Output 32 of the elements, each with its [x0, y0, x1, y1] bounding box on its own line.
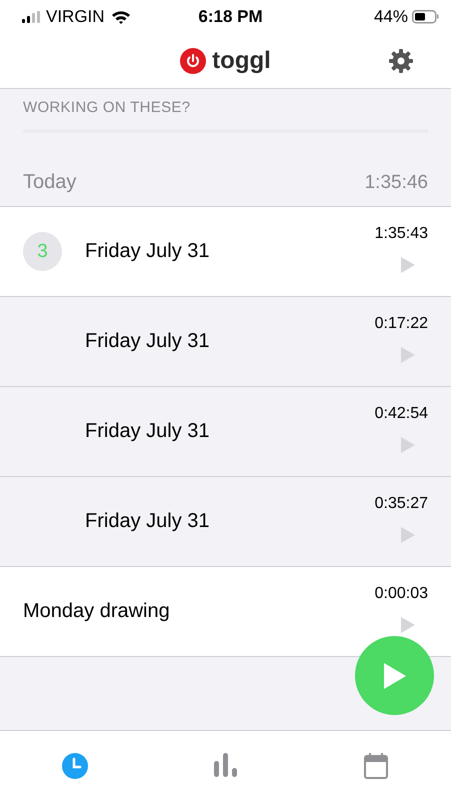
entry-description: Monday drawing [23, 600, 171, 623]
clock-time: 6:18 PM [198, 7, 263, 26]
battery-percent: 44% [374, 7, 408, 27]
play-icon[interactable] [401, 257, 415, 273]
day-total: 1:35:46 [364, 172, 428, 194]
play-icon[interactable] [401, 437, 415, 453]
calendar-icon[interactable] [364, 753, 388, 779]
entry-duration: 1:35:43 [374, 225, 428, 243]
wifi-icon [110, 10, 131, 24]
bar-chart-icon[interactable] [214, 753, 237, 777]
power-logo-icon [180, 48, 206, 74]
entry-duration: 0:00:03 [374, 585, 428, 603]
play-icon[interactable] [401, 617, 415, 633]
section-title: WORKING ON THESE? [23, 99, 190, 116]
entry-duration: 0:17:22 [374, 315, 428, 333]
clock-icon[interactable] [62, 753, 88, 779]
entry-description: Friday July 31 [85, 510, 210, 533]
entry-duration: 0:35:27 [374, 495, 428, 513]
signal-icon [22, 11, 40, 23]
play-icon[interactable] [401, 527, 415, 543]
entry-description: Friday July 31 [85, 420, 210, 443]
play-icon[interactable] [401, 347, 415, 363]
settings-icon[interactable] [389, 49, 413, 73]
entry-duration: 0:42:54 [374, 405, 428, 423]
group-count[interactable]: 3 [23, 232, 62, 271]
entry-description: Friday July 31 [85, 330, 210, 353]
entry-description: Friday July 31 [85, 240, 210, 263]
day-label: Today [23, 171, 76, 194]
carrier-name: VIRGIN [46, 7, 105, 27]
play-icon [384, 662, 406, 688]
battery-icon [412, 10, 439, 24]
app-logo-text: toggl [212, 47, 271, 75]
